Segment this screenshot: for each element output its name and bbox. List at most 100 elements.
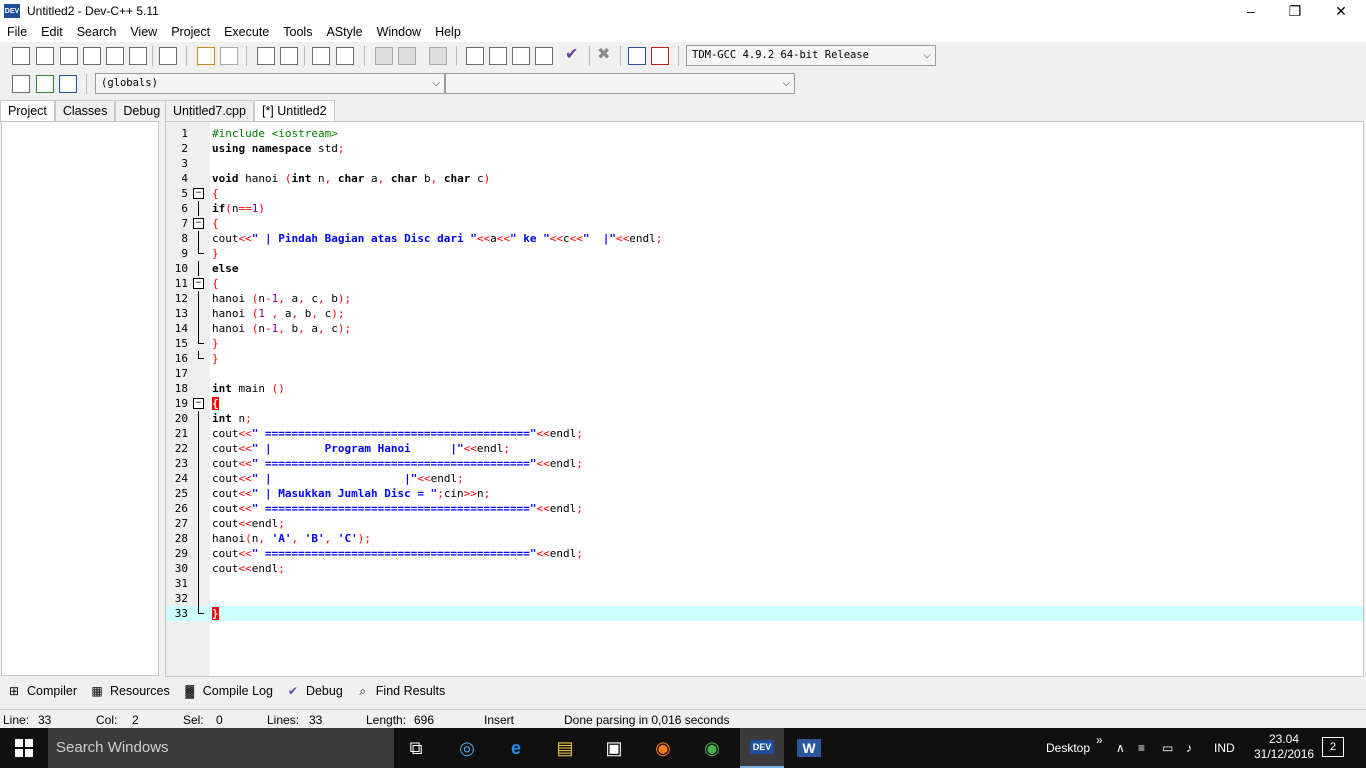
- delete-profile-icon[interactable]: [651, 47, 669, 65]
- close-all-icon[interactable]: [129, 47, 147, 65]
- open-file-icon[interactable]: [36, 47, 54, 65]
- redo-icon[interactable]: [220, 47, 238, 65]
- unindent-icon[interactable]: [336, 47, 354, 65]
- menu-search[interactable]: Search: [70, 25, 124, 39]
- profile-icon[interactable]: [628, 47, 646, 65]
- code-line[interactable]: 8 cout<<" | Pindah Bagian atas Disc dari …: [166, 231, 1363, 246]
- code-line[interactable]: 14 hanoi (n-1, b, a, c);: [166, 321, 1363, 336]
- code-line[interactable]: 3: [166, 156, 1363, 171]
- code-line[interactable]: 29 cout<<" ==============================…: [166, 546, 1363, 561]
- fold-collapse-icon[interactable]: −: [193, 398, 204, 409]
- chrome-icon[interactable]: ◉: [698, 734, 726, 762]
- tab-resources[interactable]: ▦ Resources: [83, 681, 176, 702]
- edge-browser-icon[interactable]: e: [502, 734, 530, 762]
- code-line[interactable]: 32: [166, 591, 1363, 606]
- member-select[interactable]: ⌵: [445, 73, 795, 94]
- run-icon[interactable]: [489, 47, 507, 65]
- battery-icon[interactable]: ▭: [1162, 728, 1173, 768]
- tab-debug-output[interactable]: ✔ Debug: [279, 681, 349, 702]
- code-line[interactable]: 20 int n;: [166, 411, 1363, 426]
- project-add-icon[interactable]: [375, 47, 393, 65]
- indent-icon[interactable]: [312, 47, 330, 65]
- syntax-check-icon[interactable]: ✔: [565, 47, 583, 65]
- code-line[interactable]: 6 if(n==1): [166, 201, 1363, 216]
- fold-collapse-icon[interactable]: −: [193, 278, 204, 289]
- menu-help[interactable]: Help: [428, 25, 468, 39]
- stop-execution-icon[interactable]: ✖: [597, 47, 615, 65]
- close-button[interactable]: ✕: [1318, 0, 1364, 22]
- code-line[interactable]: 18 int main (): [166, 381, 1363, 396]
- goto-icon[interactable]: [36, 75, 54, 93]
- project-browser[interactable]: [1, 121, 159, 676]
- print-icon[interactable]: [159, 47, 177, 65]
- code-editor[interactable]: 1 #include <iostream> 2 using namespace std…: [165, 121, 1364, 677]
- word-taskbar-button[interactable]: W: [795, 734, 823, 762]
- tray-expand-icon[interactable]: ∧: [1116, 728, 1125, 768]
- maximize-button[interactable]: ❐: [1272, 0, 1318, 22]
- minimize-button[interactable]: –: [1228, 0, 1274, 22]
- file-explorer-icon[interactable]: ▤: [551, 734, 579, 762]
- code-line[interactable]: 1 #include <iostream>: [166, 126, 1363, 141]
- firefox-icon[interactable]: ◉: [649, 734, 677, 762]
- code-line[interactable]: 26 cout<<" ==============================…: [166, 501, 1363, 516]
- compile-icon[interactable]: [466, 47, 484, 65]
- code-line[interactable]: 4 void hanoi (int n, char a, char b, char…: [166, 171, 1363, 186]
- project-options-icon[interactable]: [429, 47, 447, 65]
- tab-project[interactable]: Project: [0, 100, 55, 122]
- menu-view[interactable]: View: [123, 25, 164, 39]
- code-line[interactable]: 21 cout<<" ==============================…: [166, 426, 1363, 441]
- task-view-icon[interactable]: ⧉: [402, 734, 430, 762]
- close-file-icon[interactable]: [106, 47, 124, 65]
- language-indicator[interactable]: IND: [1214, 728, 1235, 768]
- find-icon[interactable]: [257, 47, 275, 65]
- code-line[interactable]: 12 hanoi (n-1, a, c, b);: [166, 291, 1363, 306]
- bookmark-icon[interactable]: [59, 75, 77, 93]
- code-line[interactable]: 27 cout<<endl;: [166, 516, 1363, 531]
- fold-collapse-icon[interactable]: −: [193, 188, 204, 199]
- desktop-toolbar-label[interactable]: Desktop: [1046, 728, 1090, 768]
- code-line[interactable]: 23 cout<<" ==============================…: [166, 456, 1363, 471]
- insert-icon[interactable]: [12, 75, 30, 93]
- replace-icon[interactable]: [280, 47, 298, 65]
- code-line[interactable]: 19−{: [166, 396, 1363, 411]
- menu-execute[interactable]: Execute: [217, 25, 276, 39]
- save-all-icon[interactable]: [83, 47, 101, 65]
- start-button[interactable]: [0, 728, 48, 768]
- menu-file[interactable]: File: [0, 25, 34, 39]
- code-line[interactable]: 13 hanoi (1 , a, b, c);: [166, 306, 1363, 321]
- tab-find-results[interactable]: ⌕ Find Results: [349, 681, 451, 702]
- new-file-icon[interactable]: [12, 47, 30, 65]
- code-line[interactable]: 9}: [166, 246, 1363, 261]
- toolbar-chevron-icon[interactable]: »: [1096, 720, 1103, 760]
- code-line[interactable]: 24 cout<<" | |"<<endl;: [166, 471, 1363, 486]
- save-icon[interactable]: [60, 47, 78, 65]
- menu-edit[interactable]: Edit: [34, 25, 70, 39]
- menu-astyle[interactable]: AStyle: [319, 25, 369, 39]
- code-line[interactable]: 16}: [166, 351, 1363, 366]
- tab-classes[interactable]: Classes: [54, 100, 116, 121]
- code-line[interactable]: 28 hanoi(n, 'A', 'B', 'C');: [166, 531, 1363, 546]
- fold-collapse-icon[interactable]: −: [193, 218, 204, 229]
- code-line[interactable]: 30 cout<<endl;: [166, 561, 1363, 576]
- network-icon[interactable]: ≡: [1138, 728, 1145, 768]
- devcpp-app-icon[interactable]: DEV: [4, 4, 20, 18]
- compile-run-icon[interactable]: [512, 47, 530, 65]
- tab-debug[interactable]: Debug: [115, 100, 169, 121]
- undo-icon[interactable]: [197, 47, 215, 65]
- code-line[interactable]: 25 cout<<" | Masukkan Jumlah Disc = ";cin…: [166, 486, 1363, 501]
- tab-compiler[interactable]: ⊞ Compiler: [0, 681, 83, 702]
- project-remove-icon[interactable]: [398, 47, 416, 65]
- menu-project[interactable]: Project: [164, 25, 217, 39]
- store-icon[interactable]: ▣: [600, 734, 628, 762]
- code-line[interactable]: 7−{: [166, 216, 1363, 231]
- tab-untitled2[interactable]: [*] Untitled2: [253, 100, 335, 122]
- code-line[interactable]: 22 cout<<" | Program Hanoi |"<<endl;: [166, 441, 1363, 456]
- code-line[interactable]: 33}: [166, 606, 1363, 621]
- code-line[interactable]: 10 else: [166, 261, 1363, 276]
- code-line[interactable]: 5−{: [166, 186, 1363, 201]
- tab-compile-log[interactable]: ▓ Compile Log: [176, 681, 279, 702]
- volume-icon[interactable]: ♪: [1186, 728, 1192, 768]
- rebuild-all-icon[interactable]: [535, 47, 553, 65]
- screenshot-app-icon[interactable]: ◎: [453, 734, 481, 762]
- code-line[interactable]: 31: [166, 576, 1363, 591]
